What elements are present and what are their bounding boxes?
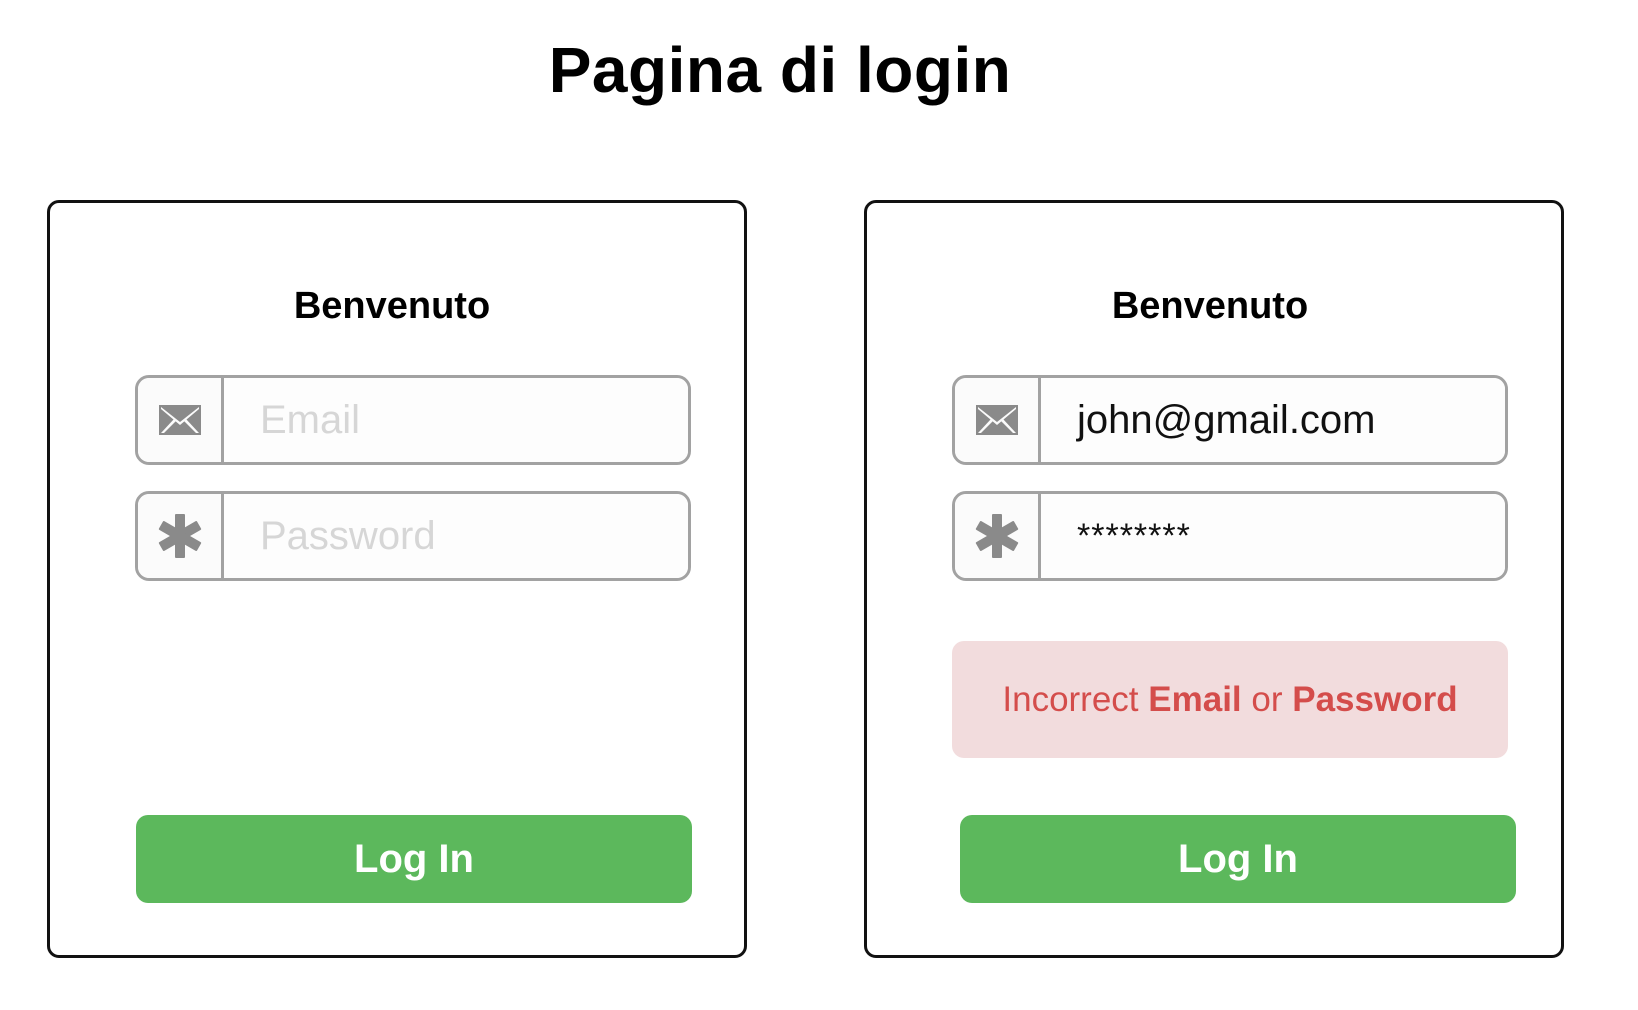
welcome-heading: Benvenuto	[293, 285, 491, 327]
email-field: john@gmail.com	[952, 375, 1508, 465]
error-field-password: Password	[1292, 679, 1458, 719]
error-field-email: Email	[1148, 679, 1242, 719]
page-title: Pagina di login	[548, 34, 1012, 106]
email-input[interactable]: john@gmail.com	[1041, 378, 1505, 462]
login-button[interactable]: Log In	[960, 815, 1516, 903]
password-input[interactable]: ********	[1041, 494, 1505, 578]
welcome-heading: Benvenuto	[1111, 285, 1309, 327]
asterisk-icon	[955, 494, 1041, 578]
error-message: Incorrect Email or Password	[952, 641, 1508, 758]
password-field: ********	[952, 491, 1508, 581]
password-input[interactable]: Password	[224, 494, 688, 578]
envelope-icon	[138, 378, 224, 462]
password-field: Password	[135, 491, 691, 581]
login-button[interactable]: Log In	[136, 815, 692, 903]
envelope-icon	[955, 378, 1041, 462]
login-panel-error: Benvenuto john@gmail.com ******** Incorr…	[864, 200, 1564, 958]
login-panel-empty: Benvenuto Email Password Log In	[47, 200, 747, 958]
error-prefix: Incorrect	[1002, 679, 1139, 719]
error-middle: or	[1251, 679, 1283, 719]
asterisk-icon	[138, 494, 224, 578]
email-field: Email	[135, 375, 691, 465]
email-input[interactable]: Email	[224, 378, 688, 462]
